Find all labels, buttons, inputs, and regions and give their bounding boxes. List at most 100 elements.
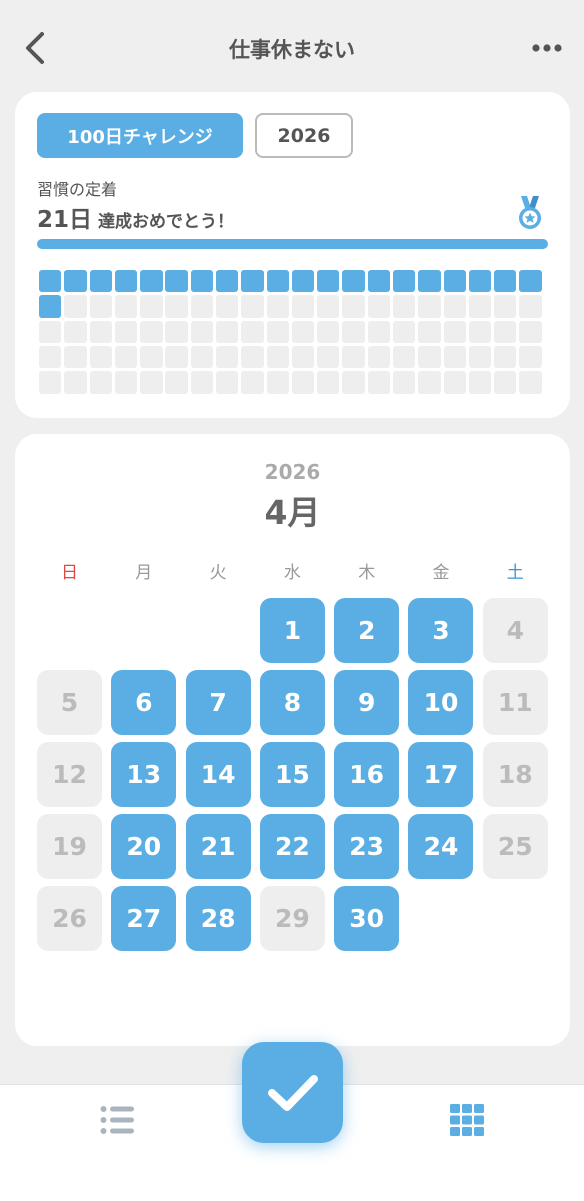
calendar-day[interactable]: 4 [482, 598, 548, 663]
progress-cell [140, 295, 163, 318]
progress-cell [266, 295, 289, 318]
calendar-day[interactable]: 25 [482, 814, 548, 879]
progress-cell [190, 295, 214, 318]
weekday-sat: 土 [506, 563, 524, 583]
progress-cell [291, 371, 315, 394]
progress-cell [114, 345, 138, 369]
calendar-day[interactable]: 3 [408, 598, 474, 663]
calendar-day[interactable]: 10 [408, 670, 474, 735]
progress-cell [140, 270, 163, 293]
calendar-day[interactable]: 9 [334, 670, 400, 735]
progress-cell [64, 345, 87, 369]
progress-cell [342, 270, 365, 293]
app-header: 仕事休まない [0, 0, 584, 96]
progress-cell [89, 295, 112, 318]
calendar-day[interactable]: 18 [482, 742, 548, 807]
calendar-day[interactable]: 5 [37, 670, 102, 735]
calendar-day[interactable]: 27 [111, 886, 177, 951]
calendar-day[interactable]: 30 [334, 886, 400, 951]
progress-cell [392, 295, 416, 318]
progress-cell [494, 320, 517, 343]
progress-cell [367, 371, 391, 394]
progress-cell [190, 345, 214, 369]
progress-cell [215, 371, 239, 394]
calendar-day[interactable]: 22 [259, 814, 325, 879]
progress-cell [140, 345, 163, 369]
progress-cell [468, 345, 492, 369]
progress-cell [418, 295, 441, 318]
progress-cell [367, 320, 391, 343]
progress-cell [39, 320, 62, 343]
progress-cell [165, 270, 188, 293]
progress-cell [494, 371, 517, 394]
progress-cell [291, 270, 315, 293]
calendar-month: 4月 [264, 493, 321, 532]
calendar-day[interactable]: 21 [185, 814, 251, 879]
challenge-chip[interactable]: 100日チャレンジ [37, 113, 243, 158]
progress-cell [190, 270, 214, 293]
progress-cell [519, 270, 542, 293]
progress-cell [64, 295, 87, 318]
calendar-day[interactable]: 23 [334, 814, 400, 879]
calendar-card: 2026 4月 日 月 火 水 木 金 土 1 2 3 4 5 6 7 8 9 10 11 12 13 1… [15, 434, 570, 1046]
progress-cell [317, 320, 340, 343]
year-chip[interactable]: 2026 [255, 113, 353, 158]
progress-cell [519, 345, 542, 369]
calendar-day[interactable]: 16 [334, 742, 400, 807]
progress-cell [317, 270, 340, 293]
check-icon [267, 1074, 318, 1111]
calendar-day[interactable]: 12 [37, 742, 102, 807]
progress-cell [342, 320, 365, 343]
progress-cell [443, 270, 466, 293]
progress-cell [392, 320, 416, 343]
progress-cell [140, 320, 163, 343]
progress-cell [64, 270, 87, 293]
weekday-wed: 水 [283, 563, 301, 583]
calendar-day[interactable]: 7 [185, 670, 251, 735]
calendar-day[interactable]: 2 [334, 598, 400, 663]
calendar-day[interactable]: 6 [111, 670, 177, 735]
weekday-thu: 木 [358, 563, 376, 583]
achieved-days: 21日 [37, 207, 93, 233]
calendar-day[interactable]: 17 [408, 742, 474, 807]
progress-cell [190, 371, 214, 394]
calendar-day[interactable]: 14 [185, 742, 251, 807]
calendar-empty-cell [186, 598, 251, 663]
check-in-button[interactable] [242, 1042, 343, 1143]
progress-cell [89, 371, 112, 394]
progress-dot-grid [39, 270, 546, 394]
medal-icon [519, 196, 541, 229]
progress-cell [519, 295, 542, 318]
progress-cell [291, 320, 315, 343]
progress-cell [317, 295, 340, 318]
progress-cell [266, 320, 289, 343]
progress-cell [114, 320, 138, 343]
calendar-day[interactable]: 26 [37, 886, 102, 951]
progress-cell [494, 270, 517, 293]
progress-bar [37, 239, 548, 249]
calendar-day[interactable]: 1 [259, 598, 325, 663]
calendar-day[interactable]: 19 [37, 814, 102, 879]
habit-label: 習慣の定着 [37, 180, 118, 199]
achieved-message: 達成おめでとう！ [98, 212, 235, 232]
calendar-day[interactable]: 28 [185, 886, 251, 951]
list-icon[interactable] [100, 1105, 134, 1135]
progress-cell [418, 270, 441, 293]
calendar-day[interactable]: 29 [259, 886, 325, 951]
progress-cell [468, 320, 492, 343]
progress-cell [241, 295, 264, 318]
progress-cell [215, 295, 239, 318]
progress-cell [114, 270, 138, 293]
calendar-day[interactable]: 8 [259, 670, 325, 735]
progress-cell [215, 345, 239, 369]
progress-cell [190, 320, 214, 343]
progress-cell [443, 295, 466, 318]
calendar-day[interactable]: 24 [408, 814, 474, 879]
calendar-day[interactable]: 15 [259, 742, 325, 807]
calendar-day[interactable]: 13 [111, 742, 177, 807]
calendar-day[interactable]: 11 [482, 670, 548, 735]
grid-icon[interactable] [450, 1104, 484, 1136]
progress-cell [494, 345, 517, 369]
calendar-day[interactable]: 20 [111, 814, 177, 879]
more-dots-icon[interactable] [532, 40, 562, 56]
